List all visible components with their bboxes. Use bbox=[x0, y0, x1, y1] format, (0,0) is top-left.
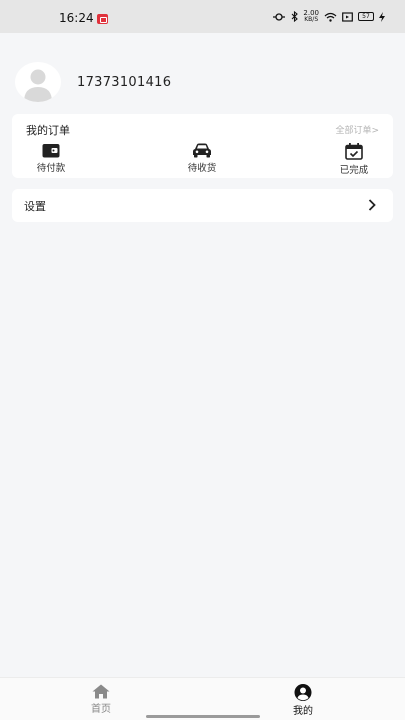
wifi-icon bbox=[324, 12, 337, 22]
gesture-bar[interactable] bbox=[146, 715, 260, 718]
order-pending-receipt[interactable]: 待收货 bbox=[172, 143, 232, 174]
nav-tab-mine[interactable]: 我的 bbox=[273, 684, 333, 717]
order-pending-receipt-label: 待收货 bbox=[187, 163, 217, 174]
charging-icon bbox=[379, 11, 385, 22]
bluetooth-icon bbox=[292, 11, 299, 22]
profile-header[interactable]: 17373101416 bbox=[15, 62, 171, 102]
bottom-nav: 首页 我的 bbox=[0, 677, 405, 720]
user-circle-icon bbox=[294, 684, 312, 701]
network-speed: 2.00 KB/S bbox=[303, 10, 319, 23]
order-pending-payment[interactable]: 待付款 bbox=[21, 143, 81, 174]
status-bar: 16:24 2.00 KB/S 57 bbox=[0, 0, 405, 33]
default-avatar-icon bbox=[24, 69, 52, 102]
order-pending-payment-label: 待付款 bbox=[36, 163, 66, 174]
battery-icon: 57 bbox=[358, 12, 374, 21]
user-phone-number: 17373101416 bbox=[77, 74, 172, 90]
wallet-icon bbox=[42, 144, 60, 158]
status-icons: 2.00 KB/S 57 bbox=[272, 10, 385, 23]
settings-row[interactable]: 设置 bbox=[12, 189, 393, 222]
order-completed-label: 已完成 bbox=[339, 165, 369, 176]
orders-card: 我的订单 全部订单> 待付款 待收货 已完成 bbox=[12, 114, 393, 178]
car-icon bbox=[193, 143, 211, 158]
settings-label: 设置 bbox=[24, 199, 46, 213]
nav-tab-home[interactable]: 首页 bbox=[71, 684, 131, 715]
network-speed-unit: KB/S bbox=[304, 16, 319, 23]
cast-icon bbox=[342, 11, 353, 22]
home-icon bbox=[92, 684, 110, 699]
orders-title: 我的订单 bbox=[26, 124, 70, 137]
calendar-check-icon bbox=[345, 143, 363, 160]
nav-tab-home-label: 首页 bbox=[91, 704, 111, 715]
nav-tab-mine-label: 我的 bbox=[293, 706, 313, 717]
chevron-right-icon bbox=[368, 199, 376, 211]
battery-level: 57 bbox=[362, 13, 370, 20]
avatar[interactable] bbox=[15, 62, 61, 102]
status-time: 16:24 bbox=[59, 11, 94, 25]
order-completed[interactable]: 已完成 bbox=[324, 143, 384, 176]
all-orders-link[interactable]: 全部订单> bbox=[335, 123, 379, 136]
app-screen: 16:24 2.00 KB/S 57 17373101416 我的订单 全部订单… bbox=[0, 0, 405, 720]
notification-icon bbox=[97, 14, 108, 24]
nfc-icon bbox=[273, 12, 286, 21]
